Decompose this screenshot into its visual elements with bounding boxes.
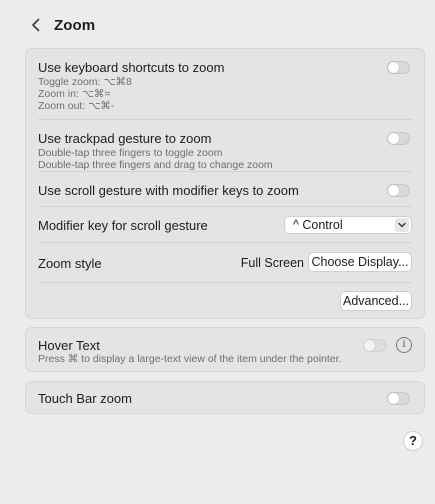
advanced-button[interactable]: Advanced... <box>340 291 412 311</box>
trackpad-gesture-toggle[interactable] <box>387 132 410 145</box>
zoom-main-group: Use keyboard shortcuts to zoom Toggle zo… <box>25 48 425 319</box>
keyboard-shortcuts-row: Use keyboard shortcuts to zoom Toggle zo… <box>38 49 412 120</box>
trackpad-gesture-line-1: Double-tap three fingers to toggle zoom <box>38 147 223 159</box>
scroll-gesture-label: Use scroll gesture with modifier keys to… <box>38 183 299 198</box>
choose-display-button[interactable]: Choose Display... <box>308 252 412 272</box>
zoom-style-value[interactable]: Full Screen <box>241 256 304 270</box>
keyboard-shortcut-zoom-out: Zoom out: ⌥⌘- <box>38 100 115 112</box>
page-title: Zoom <box>54 16 96 34</box>
zoom-settings-window: Zoom Use keyboard shortcuts to zoom Togg… <box>12 0 435 504</box>
hover-text-description: Press ⌘ to display a large-text view of … <box>38 353 342 365</box>
hover-text-row: Hover Text Press ⌘ to display a large-te… <box>38 328 412 373</box>
back-button[interactable] <box>26 15 46 35</box>
help-button[interactable]: ? <box>403 431 423 451</box>
modifier-key-value: ^ Control <box>293 218 343 232</box>
header: Zoom <box>26 14 95 36</box>
chevron-down-icon <box>395 218 409 232</box>
modifier-key-select[interactable]: ^ Control <box>284 216 412 234</box>
chevron-left-icon <box>32 18 40 32</box>
scroll-gesture-row: Use scroll gesture with modifier keys to… <box>38 172 412 207</box>
keyboard-shortcut-toggle-zoom: Toggle zoom: ⌥⌘8 <box>38 76 132 88</box>
trackpad-gesture-label: Use trackpad gesture to zoom <box>38 131 212 146</box>
keyboard-shortcuts-toggle[interactable] <box>387 61 410 74</box>
keyboard-shortcut-zoom-in: Zoom in: ⌥⌘= <box>38 88 111 100</box>
hover-text-toggle[interactable] <box>363 339 386 352</box>
info-icon[interactable]: i <box>396 337 412 353</box>
hover-text-group: Hover Text Press ⌘ to display a large-te… <box>25 327 425 372</box>
touch-bar-zoom-label: Touch Bar zoom <box>38 391 132 406</box>
hover-text-label: Hover Text <box>38 338 100 353</box>
zoom-style-row: Zoom style Full Screen Choose Display... <box>38 243 412 283</box>
keyboard-shortcuts-label: Use keyboard shortcuts to zoom <box>38 60 225 75</box>
touch-bar-group: Touch Bar zoom <box>25 381 425 414</box>
touch-bar-zoom-row: Touch Bar zoom <box>38 382 412 415</box>
trackpad-gesture-row: Use trackpad gesture to zoom Double-tap … <box>38 120 412 172</box>
trackpad-gesture-line-2: Double-tap three fingers and drag to cha… <box>38 159 273 171</box>
modifier-key-row: Modifier key for scroll gesture ^ Contro… <box>38 207 412 243</box>
scroll-gesture-toggle[interactable] <box>387 184 410 197</box>
modifier-key-label: Modifier key for scroll gesture <box>38 218 208 233</box>
advanced-row: Advanced... <box>38 283 412 319</box>
touch-bar-zoom-toggle[interactable] <box>387 392 410 405</box>
zoom-style-label: Zoom style <box>38 256 102 271</box>
